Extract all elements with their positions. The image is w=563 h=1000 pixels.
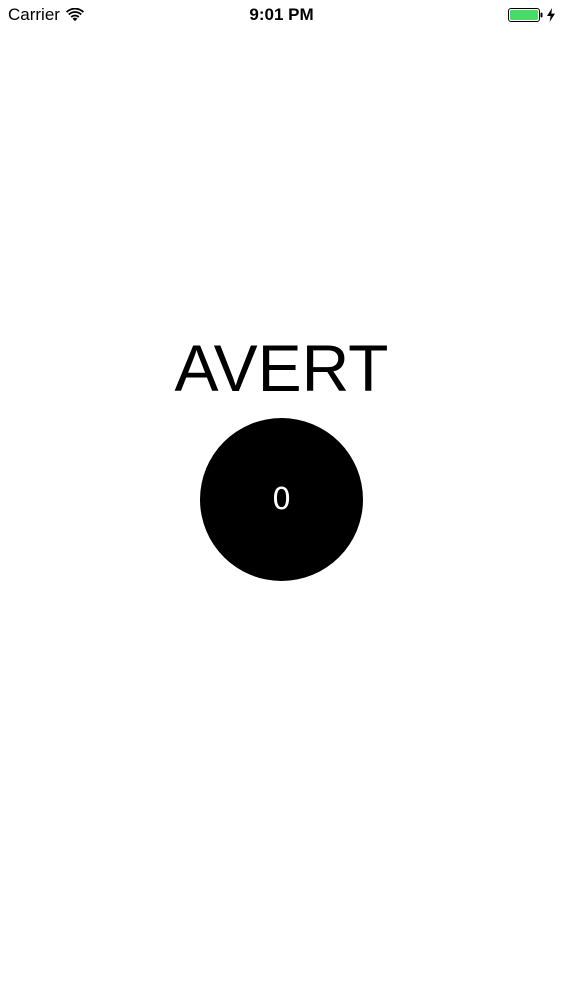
battery-group: [508, 6, 555, 24]
battery-level-fill: [510, 10, 538, 20]
status-time: 9:01 PM: [249, 5, 314, 24]
status-bar: Carrier 9:01 PM: [0, 0, 563, 30]
app-title: AVERT: [174, 331, 389, 405]
battery-icon: [508, 8, 543, 22]
counter-value: 0: [271, 481, 292, 517]
counter-button[interactable]: 0: [200, 418, 363, 581]
charging-bolt-icon: [547, 8, 555, 22]
